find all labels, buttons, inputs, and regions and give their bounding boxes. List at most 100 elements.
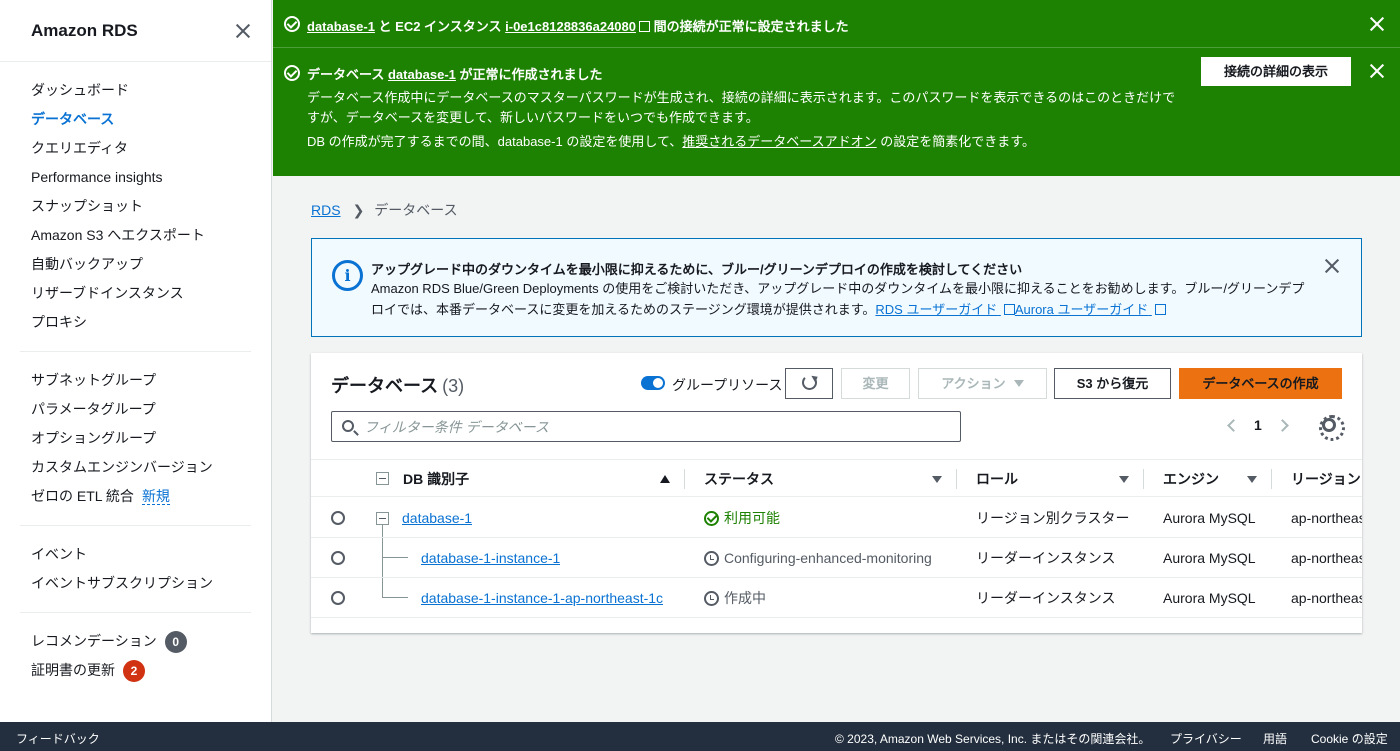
column-header-db-identifier[interactable]: DB 識別子: [403, 460, 469, 498]
dismiss-flash-icon[interactable]: [1370, 64, 1384, 78]
column-header-status[interactable]: ステータス: [704, 460, 774, 498]
group-resources-toggle[interactable]: [641, 376, 665, 390]
view-connection-details-button[interactable]: 接続の詳細の表示: [1201, 57, 1351, 86]
flash-addon-body: DB の作成が完了するまでの間、database-1 の設定を使用して、推奨され…: [307, 132, 1187, 152]
chevron-left-icon[interactable]: [1227, 418, 1240, 432]
db-identifier-link[interactable]: database-1-instance-1: [421, 550, 560, 566]
sidebar-item-s3-export[interactable]: Amazon S3 へエクスポート: [31, 221, 251, 250]
ec2-instance-link[interactable]: i-0e1c8128836a24080: [505, 19, 650, 34]
sort-icon[interactable]: [1119, 476, 1129, 483]
databases-table-panel: データベース (3) グループリソース 変更 アクション S3 から復元 データベ…: [311, 353, 1362, 633]
status-cell: 利用可能: [704, 498, 780, 538]
sidebar-item-parameter-groups[interactable]: パラメータグループ: [31, 395, 251, 424]
region-cell: ap-northeast-1: [1291, 510, 1362, 526]
sidebar-item-subnet-groups[interactable]: サブネットグループ: [31, 366, 251, 395]
new-badge[interactable]: 新規: [141, 488, 170, 505]
close-icon[interactable]: [235, 23, 251, 39]
db-identifier-cell: database-1: [402, 498, 472, 538]
sidebar-item-custom-engine-versions[interactable]: カスタムエンジンバージョン: [31, 453, 251, 482]
breadcrumb-rds[interactable]: RDS: [311, 202, 341, 218]
sidebar-item-databases[interactable]: データベース: [31, 105, 251, 134]
page-number[interactable]: 1: [1254, 417, 1262, 433]
search-input[interactable]: [364, 417, 944, 437]
engine-cell: Aurora MySQL: [1163, 550, 1256, 566]
actions-dropdown[interactable]: アクション: [918, 368, 1047, 399]
sidebar-item-event-subscriptions[interactable]: イベントサブスクリプション: [31, 569, 251, 598]
sidebar-item-recommendations[interactable]: レコメンデーション 0: [31, 627, 251, 656]
gear-icon[interactable]: [1319, 415, 1345, 441]
table-row[interactable]: database-1-instance-1-ap-northeast-1c 作成…: [311, 578, 1362, 618]
role-cell: リーダーインスタンス: [976, 590, 1116, 606]
sidebar-item-certificate-update[interactable]: 証明書の更新 2: [31, 656, 251, 685]
sidebar-item-recommendations-label: レコメンデーション: [31, 633, 157, 649]
cookie-settings-link[interactable]: Cookie の設定: [1311, 730, 1388, 747]
restore-from-s3-button[interactable]: S3 から復元: [1054, 368, 1171, 399]
flash-connection-message: database-1 と EC2 インスタンス i-0e1c8128836a24…: [307, 16, 849, 35]
flash-created-prefix: データベース: [307, 67, 388, 82]
create-database-button[interactable]: データベースの作成: [1179, 368, 1342, 399]
db-identifier-link[interactable]: database-1: [402, 510, 472, 526]
sidebar-item-snapshots[interactable]: スナップショット: [31, 192, 251, 221]
table-header: DB 識別子 ステータス ロール エンジン リージョン: [311, 459, 1362, 497]
column-header-region[interactable]: リージョン: [1291, 460, 1362, 498]
status-cell: Configuring-enhanced-monitoring: [704, 538, 932, 578]
sidebar-group-main: ダッシュボード データベース クエリエディタ Performance insig…: [0, 62, 271, 337]
dismiss-info-icon[interactable]: [1325, 259, 1339, 273]
privacy-link[interactable]: プライバシー: [1170, 730, 1242, 747]
sidebar-item-option-groups[interactable]: オプショングループ: [31, 424, 251, 453]
page-footer: フィードバック © 2023, Amazon Web Services, Inc…: [0, 722, 1400, 751]
recommended-addons-link[interactable]: 推奨されるデータベースアドオン: [682, 134, 876, 149]
sort-icon[interactable]: [1247, 476, 1257, 483]
database-link[interactable]: database-1: [307, 19, 375, 34]
database-link[interactable]: database-1: [388, 67, 456, 82]
sidebar-item-performance-insights[interactable]: Performance insights: [31, 163, 251, 192]
flash-database-created: データベース database-1 が正常に作成されました データベース作成中に…: [273, 48, 1400, 176]
chevron-right-icon[interactable]: [1275, 418, 1289, 432]
sidebar-item-query-editor[interactable]: クエリエディタ: [31, 134, 251, 163]
aurora-user-guide-link[interactable]: Aurora ユーザーガイド: [1015, 302, 1166, 317]
status-text: 利用可能: [724, 510, 780, 526]
table-row[interactable]: database-1 利用可能 リージョン別クラスター Aurora MySQL…: [311, 498, 1362, 538]
rds-user-guide-link[interactable]: RDS ユーザーガイド: [875, 302, 1015, 317]
sidebar-group-config: サブネットグループ パラメータグループ オプショングループ カスタムエンジンバー…: [0, 366, 271, 511]
sidebar-group-notices: レコメンデーション 0 証明書の更新 2: [0, 627, 271, 685]
collapse-all-icon[interactable]: [376, 472, 389, 485]
external-link-icon: [1154, 304, 1166, 315]
sidebar-item-proxies[interactable]: プロキシ: [31, 308, 251, 337]
row-select-radio[interactable]: [331, 511, 345, 525]
flash-created-suffix: が正常に作成されました: [455, 67, 603, 82]
sidebar-item-zero-etl[interactable]: ゼロの ETL 統合 新規: [31, 482, 251, 511]
sidebar-item-events[interactable]: イベント: [31, 540, 251, 569]
flashbar: database-1 と EC2 インスタンス i-0e1c8128836a24…: [273, 0, 1400, 176]
table-row[interactable]: database-1-instance-1 Configuring-enhanc…: [311, 538, 1362, 578]
db-identifier-link[interactable]: database-1-instance-1-ap-northeast-1c: [421, 590, 663, 606]
column-divider: [1271, 469, 1272, 489]
recommendations-count-badge: 0: [164, 631, 187, 654]
collapse-row-icon[interactable]: [376, 512, 389, 525]
sidebar-item-automated-backups[interactable]: 自動バックアップ: [31, 250, 251, 279]
dismiss-flash-icon[interactable]: [1370, 17, 1384, 31]
sidebar-divider: [20, 351, 251, 352]
refresh-button[interactable]: [785, 368, 833, 399]
status-text: 作成中: [724, 590, 766, 606]
refresh-icon: [801, 375, 817, 390]
modify-button[interactable]: 変更: [841, 368, 910, 399]
row-select-radio[interactable]: [331, 591, 345, 605]
sidebar-title: Amazon RDS: [31, 20, 138, 40]
copyright-text: © 2023, Amazon Web Services, Inc. またはその関…: [835, 732, 1151, 746]
engine-cell: Aurora MySQL: [1163, 590, 1256, 606]
info-alert-title: アップグレード中のダウンタイムを最小限に抑えるために、ブルー/グリーンデプロイの…: [371, 262, 1023, 277]
sort-ascending-icon[interactable]: [660, 475, 670, 483]
panel-title: データベース (3): [331, 372, 464, 398]
flash-addon-prefix: DB の作成が完了するまでの間、database-1 の設定を使用して、: [307, 134, 683, 149]
external-link-icon: [1003, 304, 1015, 315]
sort-icon[interactable]: [932, 476, 942, 483]
column-header-engine[interactable]: エンジン: [1163, 460, 1219, 498]
row-select-radio[interactable]: [331, 551, 345, 565]
terms-link[interactable]: 用語: [1263, 730, 1287, 747]
sidebar-item-reserved-instances[interactable]: リザーブドインスタンス: [31, 279, 251, 308]
column-header-role[interactable]: ロール: [976, 460, 1018, 498]
feedback-link[interactable]: フィードバック: [16, 730, 100, 747]
sidebar-item-dashboard[interactable]: ダッシュボード: [31, 76, 251, 105]
caret-down-icon: [1013, 380, 1024, 387]
